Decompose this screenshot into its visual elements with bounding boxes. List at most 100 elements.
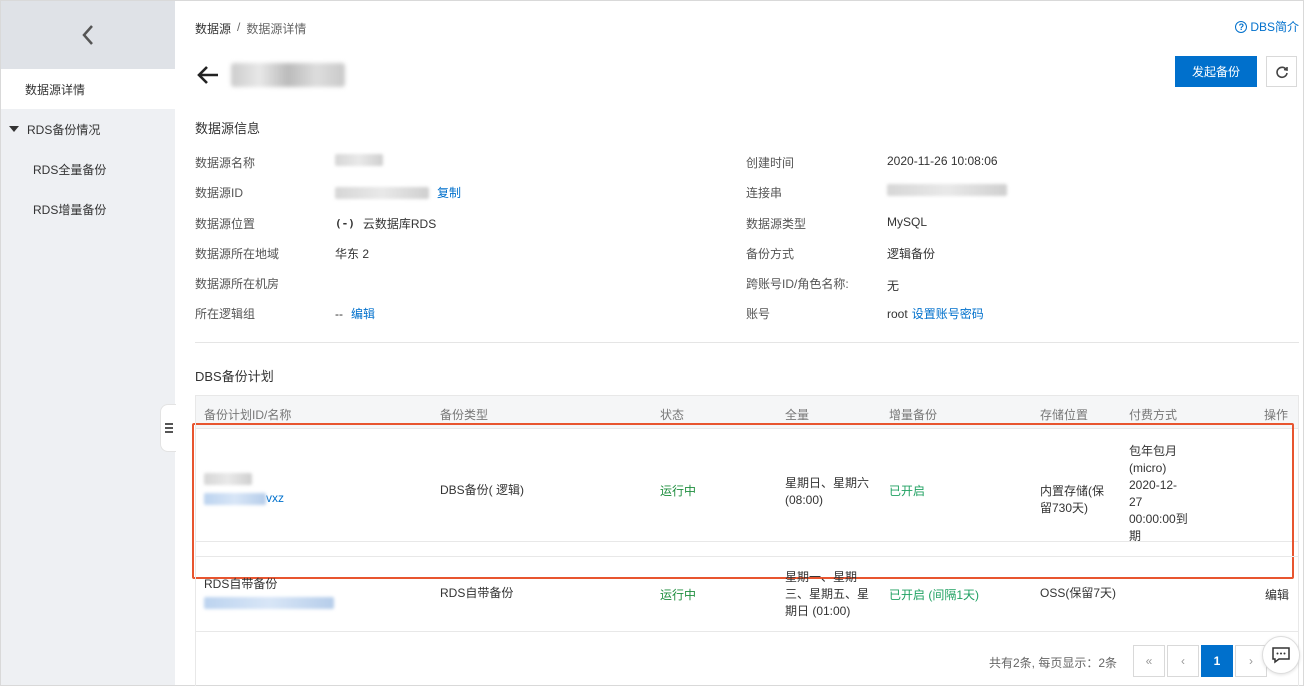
column-header: 存储位置 [1040,408,1089,422]
full-line: 三、星期五、星 [785,587,870,601]
sidebar-item-label: RDS全量备份 [33,162,107,177]
plan-status-cell: 运行中 [660,588,697,602]
info-row: 数据源所在机房 跨账号ID/角色名称: 无 [195,275,1299,295]
help-link-label: DBS简介 [1250,20,1299,34]
help-link[interactable]: ? DBS简介 [1235,18,1299,35]
sidebar-item-label: 数据源详情 [25,82,86,97]
first-page-button[interactable]: « [1133,645,1165,677]
redacted-id[interactable] [204,597,334,609]
section-title-plan: DBS备份计划 [195,369,274,384]
prev-page-button[interactable]: ‹ [1167,645,1199,677]
column-header: 付费方式 [1129,408,1178,422]
location-value: 云数据库RDS [362,217,437,231]
refresh-icon [1275,65,1288,78]
redacted-value [335,154,383,166]
breadcrumb-root[interactable]: 数据源 [195,20,231,37]
sidebar-item-rds-full-backup[interactable]: RDS全量备份 [1,149,175,189]
sidebar-collapse-handle[interactable] [160,404,176,452]
sidebar-back-button[interactable] [1,1,175,69]
info-label: 连接串 [746,186,783,200]
plan-id-cell: vxz [204,473,284,507]
info-value: 逻辑备份 [887,247,936,261]
storage-line: 内置存储(保 [1040,484,1104,498]
page-title-row [195,62,345,88]
info-value [335,154,383,166]
back-arrow-icon[interactable] [195,62,221,88]
info-label: 跨账号ID/角色名称: [746,277,849,291]
full-line: 星期一、星期 [785,570,858,584]
table-row: RDS自带备份 RDS自带备份 运行中 星期一、星期 三、星期五、星 期日 (0… [195,556,1299,632]
info-label: 账号 [746,307,771,321]
plan-type-cell: DBS备份( 逻辑) [440,483,525,497]
storage-line: 留730天) [1040,501,1089,515]
info-value: root 设置账号密码 [887,305,984,322]
sidebar-item-rds-backup[interactable]: RDS备份情况 [1,109,175,149]
full-line: 期日 (01:00) [785,604,851,618]
start-backup-button[interactable]: 发起备份 [1175,56,1257,87]
info-label: 数据源类型 [746,217,807,231]
info-label: 数据源名称 [195,156,256,170]
account-value: root [887,306,908,321]
pay-line: 27 [1129,495,1143,509]
pay-line: 2020-12- [1129,478,1178,492]
group-value: -- [335,306,343,321]
info-label: 备份方式 [746,247,795,261]
table-right-border [1298,395,1299,686]
info-row: 数据源位置 (-) 云数据库RDS 数据源类型 MySQL [195,215,1299,235]
collapse-icon [164,427,173,429]
page-button-current[interactable]: 1 [1201,645,1233,677]
plan-incremental-cell: 已开启 [889,484,926,498]
plan-id-cell: RDS自带备份 [204,576,334,609]
plan-storage-cell: OSS(保留7天) [1040,586,1117,600]
info-label: 创建时间 [746,156,795,170]
pagination-info: 共有2条, 每页显示：2条 [989,656,1118,670]
pagination: « ‹ 1 › [1133,645,1267,677]
copy-link[interactable]: 复制 [437,184,461,201]
redacted-value [887,184,1007,196]
plan-name: RDS自带备份 [204,577,278,591]
column-header: 操作 [1264,408,1289,422]
pay-line: 期 [1129,529,1142,543]
full-line: 星期日、星期六 [785,476,870,490]
full-line: (08:00) [785,493,824,507]
redacted-value [335,186,429,199]
plan-full-cell: 星期日、星期六 (08:00) [785,475,869,509]
info-value [887,184,1007,196]
info-row: 所在逻辑组 -- 编辑 账号 root 设置账号密码 [195,305,1299,325]
redacted-name [204,473,252,485]
sidebar-item-datasource-detail[interactable]: 数据源详情 [1,69,175,109]
info-value: 复制 [335,184,461,201]
column-header: 全量 [785,408,810,422]
info-row: 数据源所在地域 华东 2 备份方式 逻辑备份 [195,245,1299,265]
sidebar-item-label: RDS备份情况 [27,122,101,137]
column-header: 增量备份 [889,408,938,422]
info-value: (-) 云数据库RDS [335,215,436,232]
table-header: 备份计划ID/名称 备份类型 状态 全量 增量备份 存储位置 付费方式 操作 [195,395,1299,429]
plan-id-suffix: vxz [266,491,284,505]
column-header: 备份类型 [440,408,489,422]
table-row: vxz DBS备份( 逻辑) 运行中 星期日、星期六 (08:00) 已开启 内… [192,423,1299,579]
column-header: 状态 [660,408,685,422]
chat-button[interactable] [1262,636,1300,674]
plan-id-link[interactable]: vxz [204,490,284,507]
breadcrumb-separator: / [237,20,241,34]
plan-pay-cell: 包年包月 (micro) 2020-12- 27 00:00:00到 期 [1129,443,1188,545]
info-label: 数据源所在地域 [195,247,280,261]
info-value: 2020-11-26 10:08:06 [887,154,998,168]
column-header: 备份计划ID/名称 [204,408,292,422]
sidebar-item-rds-incremental-backup[interactable]: RDS增量备份 [1,189,175,229]
plan-storage-cell: 内置存储(保 留730天) [1040,483,1104,517]
divider [195,342,1299,343]
edit-plan-link[interactable]: 编辑 [1265,587,1289,604]
plan-incremental-cell: 已开启 (间隔1天) [889,588,980,602]
refresh-button[interactable] [1266,56,1297,87]
info-value: 无 [887,279,900,293]
edit-group-link[interactable]: 编辑 [351,305,375,322]
pay-line: 包年包月 [1129,444,1178,458]
set-password-link[interactable]: 设置账号密码 [912,305,984,322]
table-left-border [195,395,196,686]
rds-icon: (-) [335,217,355,230]
info-value: 华东 2 [335,247,370,261]
breadcrumb-current: 数据源详情 [246,22,307,36]
plan-status-cell: 运行中 [660,484,697,498]
